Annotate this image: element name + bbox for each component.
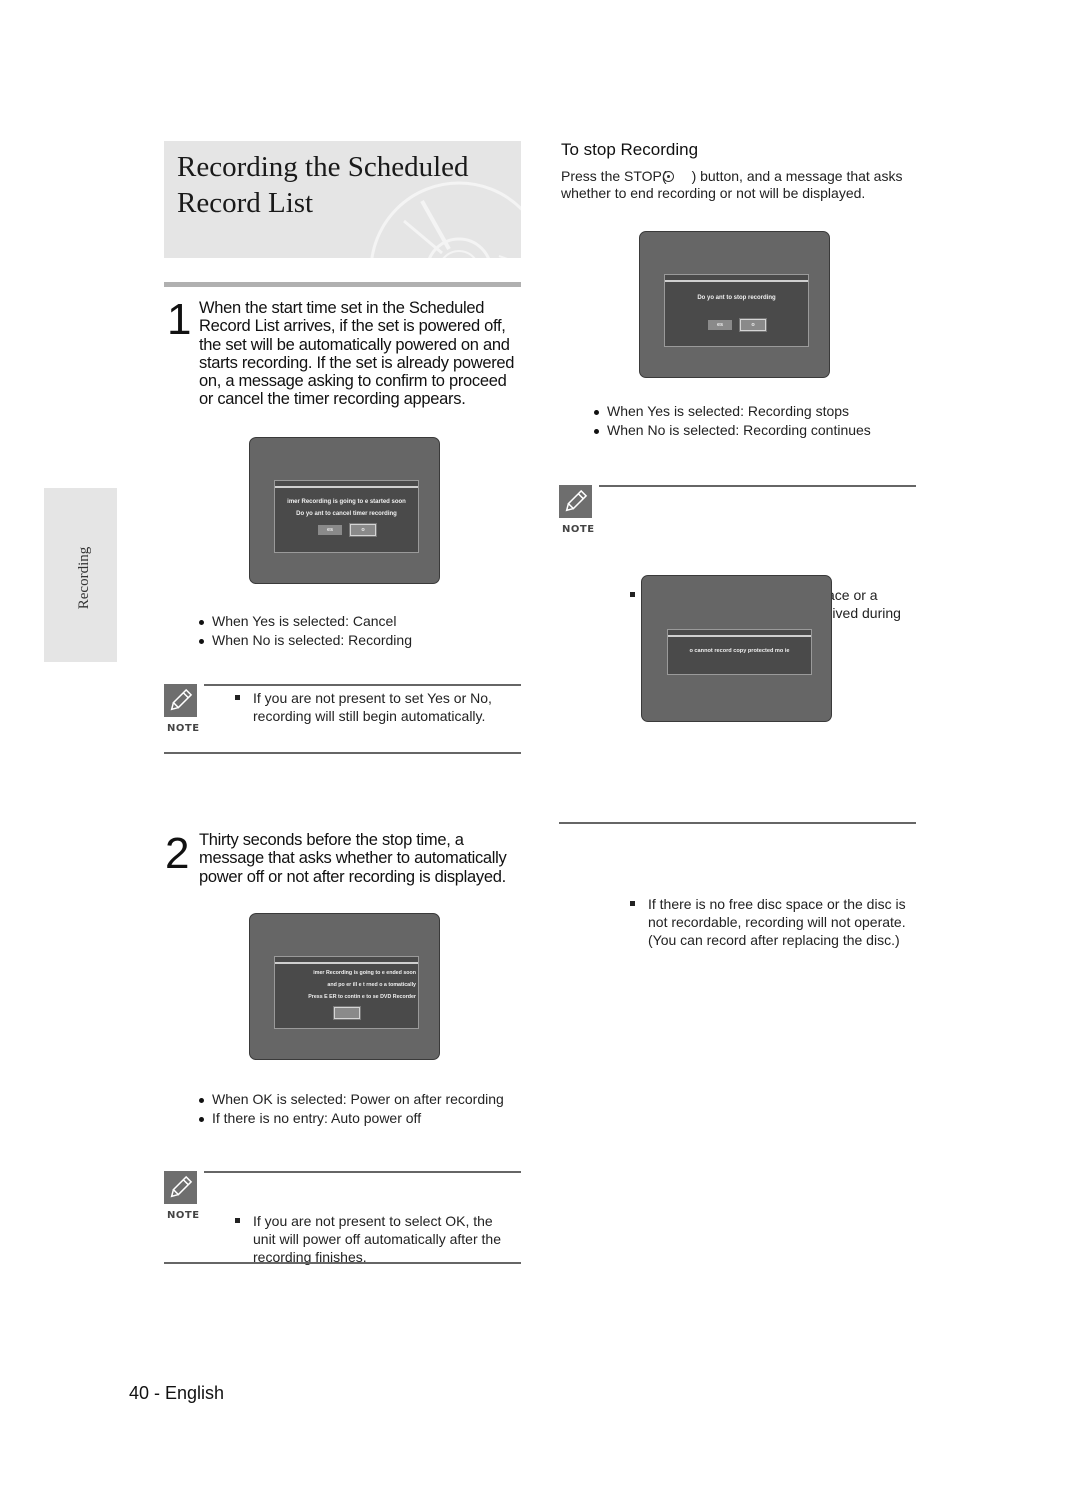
- note-bottom-rule: [164, 1262, 521, 1264]
- dialog-message-line: Press E ER to contin e to se DVD Recorde…: [308, 994, 416, 1000]
- dialog-message-line: Do yo ant to cancel timer recording: [296, 511, 397, 517]
- step-2-line: power off or not after recording is disp…: [199, 867, 506, 886]
- note-pencil-icon: [164, 1171, 197, 1204]
- stop-description-text: ) button, and a message that asks: [691, 168, 903, 184]
- note-label: NOTE: [562, 524, 595, 535]
- bullet-item: When No is selected: Recording: [198, 631, 412, 650]
- step-1-number: 1: [167, 295, 192, 344]
- dialog-stop-recording: Do yo ant to stop recording es o: [664, 274, 809, 347]
- tv-screen-end-timer: imer Recording is going to e ended soon …: [249, 913, 440, 1060]
- stop-description-line: Press the STOP( ) button, and a message t…: [561, 168, 931, 185]
- step-2-bullets: When OK is selected: Power on after reco…: [198, 1090, 504, 1127]
- note-top-rule: [599, 485, 916, 487]
- note-text: If you are not present to set Yes or No,…: [233, 689, 543, 725]
- step-2-number: 2: [165, 829, 190, 878]
- dialog-message-line: o cannot record copy protected mo ie: [689, 648, 790, 654]
- note-bottom-rule: [559, 822, 916, 824]
- step-1-line: the set will be automatically powered on…: [199, 335, 510, 354]
- bullet-item: When OK is selected: Power on after reco…: [198, 1090, 504, 1109]
- tv-screen-start-timer: imer Recording is going to e started soo…: [249, 437, 440, 584]
- dialog-start-timer: imer Recording is going to e started soo…: [274, 480, 419, 553]
- dialog-message-line: imer Recording is going to e ended soon: [313, 970, 416, 976]
- ok-button[interactable]: [333, 1006, 361, 1020]
- note-line: unit will power off automatically after …: [253, 1231, 501, 1247]
- dialog-title-bar: [668, 635, 811, 637]
- page-number: 40 - English: [129, 1383, 225, 1403]
- note-text: If you are not present to select OK, the…: [233, 1212, 548, 1266]
- stop-button-icon: [662, 171, 674, 182]
- note-line: (You can record after replacing the disc…: [648, 932, 900, 948]
- bullet-item: If there is no entry: Auto power off: [198, 1109, 504, 1128]
- step-1-line: Record List arrives, if the set is power…: [199, 317, 506, 336]
- stop-description: Press the STOP( ) button, and a message t…: [561, 168, 931, 201]
- side-tab-label: Recording: [75, 546, 92, 610]
- step-1-line: on, a message asking to confirm to proce…: [199, 372, 507, 391]
- note-bottom-rule: [164, 752, 521, 754]
- bullet-item: When No is selected: Recording continues: [593, 421, 871, 440]
- step-1-line: When the start time set in the Scheduled: [199, 299, 485, 317]
- page-title-line-1: Recording the Scheduled: [177, 151, 469, 183]
- note-line: recording will still begin automatically…: [253, 708, 486, 724]
- note-line: If there is no free disc space or the di…: [648, 896, 906, 912]
- yes-button[interactable]: es: [318, 525, 342, 535]
- stop-description-text: Press the STOP(: [561, 168, 667, 184]
- title-banner: Recording the Scheduled Record List: [164, 141, 521, 258]
- dialog-message-line: and po er ill e t rned o a tomatically: [327, 982, 416, 988]
- note-line: If you are not present to select OK, the: [253, 1213, 493, 1229]
- note-top-rule: [204, 1171, 521, 1173]
- note-label: NOTE: [167, 1210, 200, 1221]
- step-2-line: Thirty seconds before the stop time, a: [199, 831, 464, 849]
- dialog-message-line: imer Recording is going to e started soo…: [287, 499, 406, 505]
- step-2-text: Thirty seconds before the stop time, a m…: [199, 831, 529, 886]
- tv-screen-copy-protected: o cannot record copy protected mo ie: [641, 575, 832, 722]
- note-pencil-icon: [559, 485, 592, 518]
- note-top-rule: [204, 684, 521, 686]
- tv-screen-stop: Do yo ant to stop recording es o: [639, 231, 830, 378]
- note-line: If you are not present to set Yes or No,: [253, 690, 492, 706]
- no-button[interactable]: o: [739, 318, 767, 332]
- yes-button[interactable]: es: [708, 320, 732, 330]
- note-pencil-icon: [164, 684, 197, 717]
- page-title-line-2: Record List: [177, 187, 314, 219]
- dialog-title-bar: [665, 280, 808, 282]
- title-divider: [164, 282, 521, 287]
- side-tab: Recording: [44, 488, 117, 662]
- step-1-line: or cancel the timer recording appears.: [199, 390, 466, 409]
- dialog-end-timer: imer Recording is going to e ended soon …: [274, 956, 419, 1029]
- bullet-item: When Yes is selected: Recording stops: [593, 402, 871, 421]
- dialog-message-line: Do yo ant to stop recording: [697, 295, 776, 301]
- dialog-title-bar: [275, 962, 418, 964]
- note-line: not recordable, recording will not opera…: [648, 914, 906, 930]
- bullet-item: When Yes is selected: Cancel: [198, 612, 412, 631]
- step-2-line: message that asks whether to automatical…: [199, 849, 507, 868]
- note-text: If there is no free disc space or the di…: [628, 895, 953, 949]
- dialog-title-bar: [275, 486, 418, 488]
- step-1-text: When the start time set in the Scheduled…: [199, 299, 529, 409]
- no-button[interactable]: o: [349, 523, 377, 537]
- page-title: Recording the Scheduled Record List: [177, 149, 469, 221]
- dialog-copy-protected: o cannot record copy protected mo ie: [667, 629, 812, 675]
- note-label: NOTE: [167, 723, 200, 734]
- step-1-line: starts recording. If the set is already …: [199, 353, 515, 372]
- step-1-bullets: When Yes is selected: Cancel When No is …: [198, 612, 412, 649]
- stop-description-line: whether to end recording or not will be …: [561, 184, 866, 201]
- stop-bullets: When Yes is selected: Recording stops Wh…: [593, 402, 871, 439]
- section-title: To stop Recording: [561, 140, 699, 159]
